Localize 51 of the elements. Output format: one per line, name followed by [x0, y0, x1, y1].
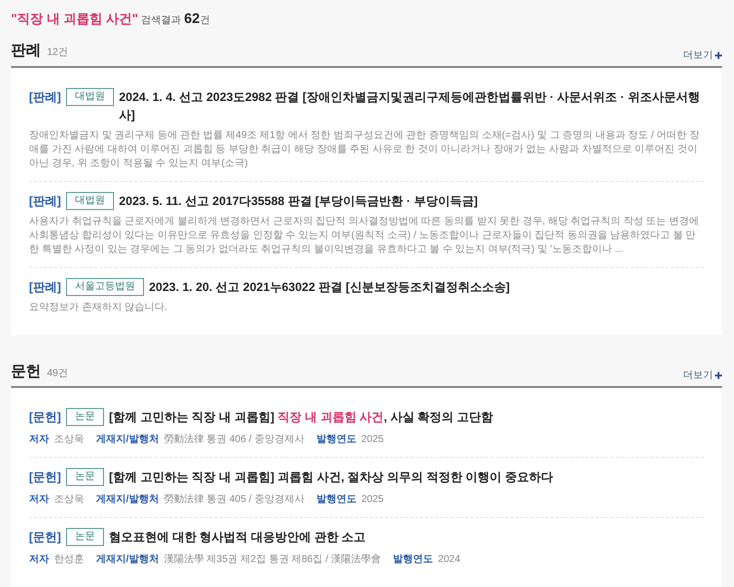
result-title[interactable]: 2023. 1. 20. 선고 2021누63022 판결 [신분보장등조치결정취소소송] [149, 278, 510, 296]
category-tag: [문헌] [29, 528, 61, 546]
result-title[interactable]: 2023. 5. 11. 선고 2017다35588 판결 [부당이득금반환 · 부당이득금] [119, 192, 478, 210]
court-badge: 논문 [66, 528, 104, 546]
meta-label: 게재지/발행처 [96, 553, 159, 567]
result-title[interactable]: [함께 고민하는 직장 내 괴롭힘] 직장 내 괴롭힘 사건, 사실 확정의 고단함 [109, 408, 494, 426]
meta-value: 勞動法律 통권 406 / 중앙경제사 [164, 432, 304, 447]
court-badge: 논문 [66, 408, 104, 426]
court-badge: 서울고등법원 [66, 278, 144, 296]
meta-value: 2024 [438, 553, 460, 567]
meta-label: 저자 [29, 433, 49, 447]
section-title: 문헌 [11, 362, 41, 382]
category-tag: [문헌] [29, 468, 61, 486]
section-count: 12건 [47, 46, 68, 60]
meta-label: 게재지/발행처 [96, 493, 159, 507]
result-label: 검색결과 [141, 14, 182, 28]
meta-label: 게재지/발행처 [96, 433, 159, 447]
search-query: "직장 내 괴롭힘 사건" [11, 10, 138, 28]
meta-value: 漢陽法學 제35권 제2집 통권 제86집 / 漢陽法學會 [164, 552, 382, 567]
meta-value: 2025 [361, 493, 384, 507]
meta-value: 조상욱 [54, 493, 84, 507]
court-badge: 대법원 [66, 192, 114, 210]
category-tag: [문헌] [29, 408, 61, 426]
category-tag: [판례] [29, 88, 61, 106]
result-title[interactable]: [함께 고민하는 직장 내 괴롭힘] 괴롭힘 사건, 절차상 의무의 적정한 이행이 중요하다 [109, 468, 553, 486]
plus-icon [715, 52, 722, 58]
meta-value: 한성훈 [54, 553, 84, 567]
result-title[interactable]: 2024. 1. 4. 선고 2023도2982 판결 [장애인차별금지및권리구제등에관한법률위반 · 사문서위조 · 위조사문서행사] [119, 88, 704, 124]
meta-label: 발행연도 [316, 493, 356, 507]
meta-label: 발행연도 [393, 553, 434, 567]
meta-value: 조상욱 [54, 433, 84, 447]
case-summary: 장애인차별금지 및 권리구제 등에 관한 법률 제49조 제1항 에서 정한 범죄구성요건에 관한 증명책임의 소재(=검사) 및 그 증명의 내용과 정도 / 어떠한 장애를 가진 사람에 대하여 이루어진 괴롭힘 등 부당한 취급이 해당 장애를 주된 사유로 한 것이 아니라거나 장애가 없는 사람과 차별적으로 이루어진 것이 아닌 경우, 위 조항이 적용될 수 있는지 여부(소극) [29, 128, 700, 170]
court-badge: 논문 [66, 468, 104, 486]
section-title: 판례 [11, 41, 41, 61]
meta-value: 勞動法律 통권 405 / 중앙경제사 [164, 492, 304, 507]
category-tag: [판례] [29, 278, 61, 296]
result-count: 62 [184, 9, 200, 28]
category-tag: [판례] [29, 192, 61, 210]
section-count: 49건 [47, 366, 68, 380]
meta-value: 2025 [361, 433, 384, 447]
more-link[interactable]: 더보기 [683, 48, 722, 62]
count-unit: 건 [200, 14, 210, 28]
more-link[interactable]: 더보기 [683, 368, 722, 383]
result-title[interactable]: 혐오표현에 대한 형사법적 대응방안에 관한 소고 [109, 528, 366, 546]
case-summary: 요약정보가 존재하지 않습니다. [29, 300, 168, 314]
court-badge: 대법원 [66, 88, 114, 106]
plus-icon [715, 372, 722, 379]
meta-label: 저자 [29, 553, 49, 567]
meta-label: 발행연도 [316, 433, 356, 447]
case-summary: 사용자가 취업규칙을 근로자에게 불리하게 변경하면서 근로자의 집단적 의사결정방법에 따른 동의를 받지 못한 경우, 해당 취업규칙의 작성 또는 변경에 사회통념상 합리성이 있다는 이유만으로 유효성을 인정할 수 있는지 여부(원칙적 소극) / 노동조합이나 근로자들이 집단적 동의권을 남용하였다고 볼 만한 특별한 사정이 있는 경우에는 그 동의가 없더라도 취업규칙의 불이익변경을 유효하다고 볼 수 있는지 여부(적극) 및 '노동조합이나 ... [29, 214, 700, 256]
meta-label: 저자 [29, 493, 49, 507]
